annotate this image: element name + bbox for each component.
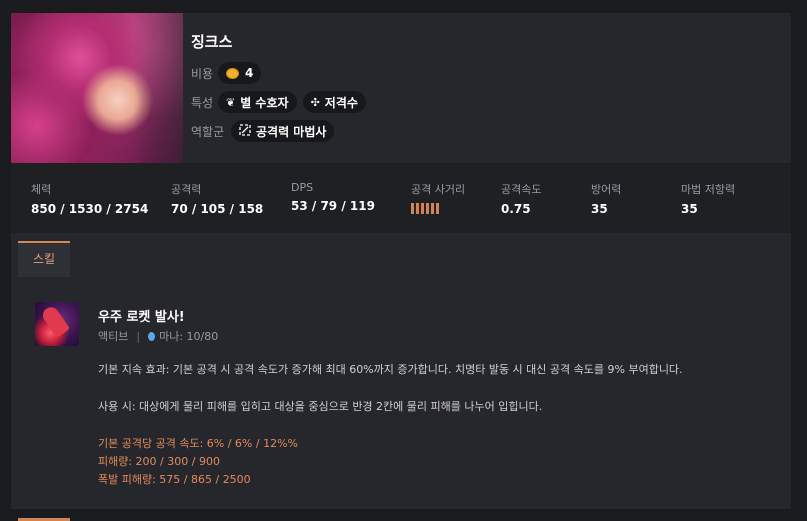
range-bar-segment bbox=[411, 203, 414, 214]
trait-star-guardian[interactable]: ❦ 별 수호자 bbox=[218, 91, 297, 113]
meta-separator: | bbox=[136, 329, 141, 343]
champion-card: 징크스 비용 4 특성 ❦ 별 수호자 ✣ 저격수 역할군 공격력 마법사 체력… bbox=[11, 13, 791, 509]
scaling-attack-speed: 기본 공격당 공격 속도: 6% / 6% / 12%% bbox=[98, 437, 298, 450]
trait-label: 별 수호자 bbox=[240, 95, 289, 110]
role-pill: 공격력 마법사 bbox=[231, 120, 335, 142]
traits-label: 특성 bbox=[191, 95, 214, 110]
range-bar-segment bbox=[431, 203, 434, 214]
mana-icon bbox=[148, 331, 156, 341]
skill-meta: 액티브 | 마나: 10/80 bbox=[98, 328, 218, 344]
stats-bar: 체력 850 / 1530 / 2754 공격력 70 / 105 / 158 … bbox=[11, 163, 791, 233]
role-row: 역할군 공격력 마법사 bbox=[191, 120, 340, 142]
tab-bar: 스킬 bbox=[11, 233, 791, 277]
ad-caster-icon bbox=[239, 123, 251, 139]
skill-type: 액티브 bbox=[98, 330, 129, 343]
tab-skill[interactable]: 스킬 bbox=[18, 241, 70, 277]
trait-sniper[interactable]: ✣ 저격수 bbox=[302, 91, 366, 113]
cost-value: 4 bbox=[245, 66, 254, 80]
range-bar-segment bbox=[426, 203, 429, 214]
skill-passive-text: 기본 지속 효과: 기본 공격 시 공격 속도가 증가해 최대 60%까지 증가… bbox=[98, 363, 683, 376]
traits-row: 특성 ❦ 별 수호자 ✣ 저격수 bbox=[191, 91, 372, 113]
sniper-icon: ✣ bbox=[310, 95, 320, 109]
gold-coin-icon bbox=[226, 67, 239, 79]
range-bar-segment bbox=[436, 203, 439, 214]
stat-attack-range: 공격 사거리 bbox=[411, 181, 465, 214]
skill-mana: 마나: 10/80 bbox=[159, 330, 219, 343]
stat-attack-damage: 공격력 70 / 105 / 158 bbox=[171, 183, 264, 216]
cost-label: 비용 bbox=[191, 66, 214, 81]
scaling-damage: 피해량: 200 / 300 / 900 bbox=[98, 455, 220, 468]
rocket-skill-icon bbox=[35, 302, 79, 346]
cost-pill: 4 bbox=[218, 62, 262, 84]
stat-magic-resist: 마법 저항력 35 bbox=[681, 183, 736, 216]
stat-armor: 방어력 35 bbox=[591, 183, 622, 216]
trait-label: 저격수 bbox=[324, 95, 358, 110]
range-bars-indicator bbox=[411, 203, 465, 214]
cost-row: 비용 4 bbox=[191, 62, 267, 84]
stat-attack-speed: 공격속도 0.75 bbox=[501, 183, 542, 216]
star-guardian-icon: ❦ bbox=[226, 95, 236, 109]
champion-name: 징크스 bbox=[191, 33, 233, 51]
stat-dps: DPS 53 / 79 / 119 bbox=[291, 181, 375, 213]
skill-panel: 우주 로켓 발사! 액티브 | 마나: 10/80 기본 지속 효과: 기본 공… bbox=[11, 277, 791, 509]
range-bar-segment bbox=[421, 203, 424, 214]
range-bar-segment bbox=[416, 203, 419, 214]
champion-header: 징크스 비용 4 특성 ❦ 별 수호자 ✣ 저격수 역할군 공격력 마법사 bbox=[11, 13, 791, 163]
scaling-explosion-damage: 폭발 피해량: 575 / 865 / 2500 bbox=[98, 473, 251, 486]
role-label: 역할군 bbox=[191, 124, 225, 139]
stat-health: 체력 850 / 1530 / 2754 bbox=[31, 183, 149, 216]
skill-name: 우주 로켓 발사! bbox=[98, 310, 185, 325]
role-value: 공격력 마법사 bbox=[256, 124, 327, 139]
skill-active-text: 사용 시: 대상에게 물리 피해를 입히고 대상을 중심으로 반경 2칸에 물리… bbox=[98, 400, 543, 413]
